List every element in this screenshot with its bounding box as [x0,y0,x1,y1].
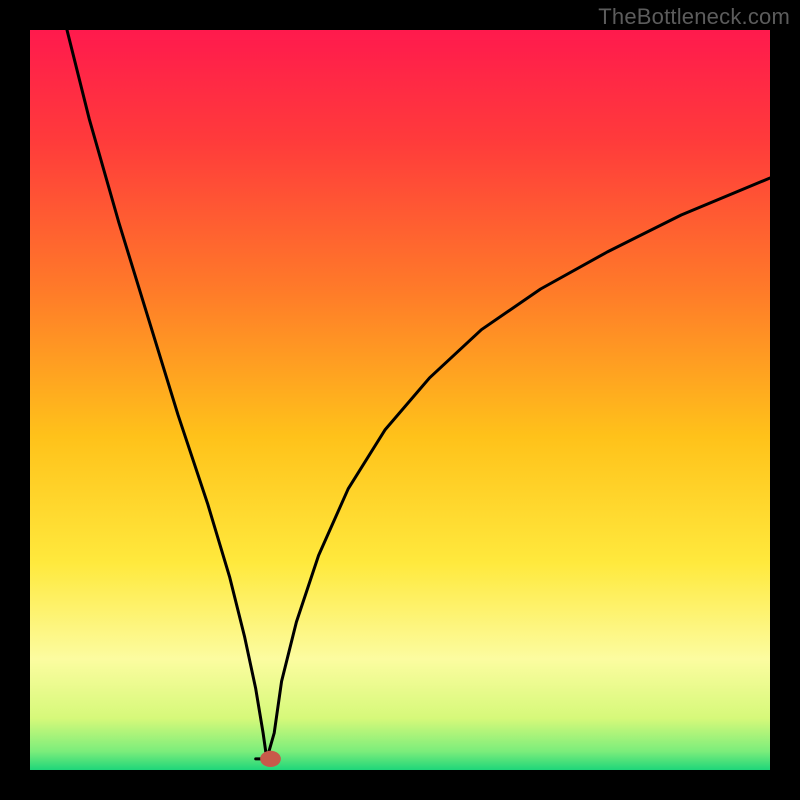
watermark-text: TheBottleneck.com [598,4,790,30]
chart-frame: TheBottleneck.com [0,0,800,800]
plot-svg [30,30,770,770]
minimum-marker [260,751,281,767]
plot-area [30,30,770,770]
gradient-background [30,30,770,770]
